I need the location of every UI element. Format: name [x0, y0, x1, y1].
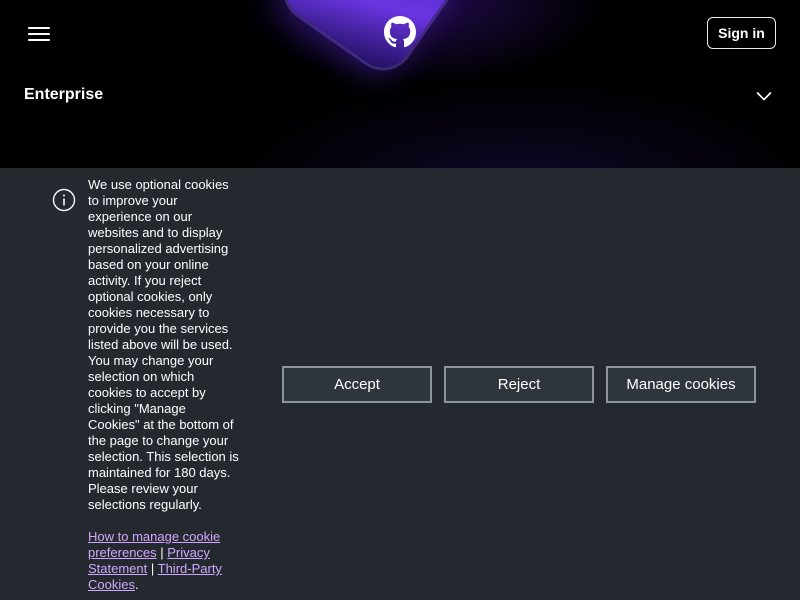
cookie-consent-banner: We use optional cookies to improve your …	[0, 168, 800, 600]
cookie-links: How to manage cookie preferences | Priva…	[88, 529, 238, 593]
nav-item-label: Enterprise	[24, 86, 104, 103]
link-trailing-period: .	[134, 577, 139, 592]
cookie-message: We use optional cookies to improve your …	[88, 177, 239, 512]
reject-cookies-button[interactable]: Reject	[444, 366, 594, 403]
hamburger-menu-icon[interactable]	[24, 20, 54, 44]
menu-bar	[28, 27, 50, 29]
manage-cookies-button[interactable]: Manage cookies	[606, 366, 756, 403]
github-logo-icon[interactable]	[384, 16, 416, 48]
chevron-down-icon[interactable]	[756, 88, 772, 104]
sign-in-button[interactable]: Sign in	[707, 17, 776, 49]
page: Sign in Enterprise We use optional cooki…	[0, 0, 800, 600]
accept-cookies-button[interactable]: Accept	[282, 366, 432, 403]
nav-item-enterprise[interactable]: Enterprise	[24, 84, 776, 108]
menu-bar	[28, 33, 50, 35]
info-icon	[52, 188, 76, 212]
menu-bar	[28, 39, 50, 41]
link-separator: |	[156, 545, 168, 560]
site-header: Sign in Enterprise	[0, 0, 800, 168]
link-separator: |	[147, 561, 158, 576]
